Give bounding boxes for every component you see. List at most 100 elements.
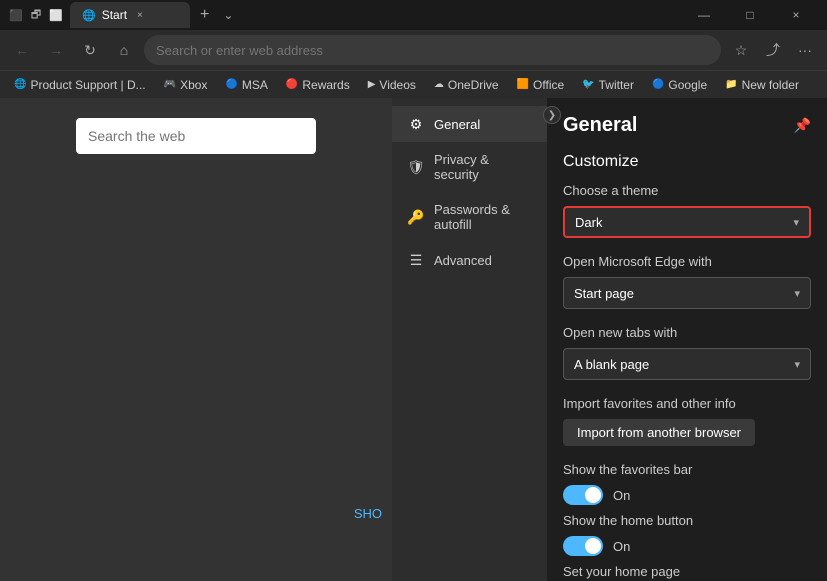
edge-open-dropdown[interactable]: Start page ▾ <box>563 277 811 309</box>
fav-label-1: Xbox <box>180 78 207 92</box>
theme-dropdown[interactable]: Dark ▾ <box>563 206 811 238</box>
fav-label-0: Product Support | D... <box>30 78 145 92</box>
theme-label: Choose a theme <box>563 183 811 198</box>
sidebar-icon-0: ⚙ <box>408 116 424 132</box>
sidebar-toggle-button[interactable]: ❯ <box>543 106 561 124</box>
fav-label-2: MSA <box>242 78 268 92</box>
sidebar-label-0: General <box>434 117 480 132</box>
home-page-label: Set your home page <box>563 564 811 579</box>
fav-icon-2: 🔵 <box>225 79 237 90</box>
edge-open-chevron-icon: ▾ <box>794 287 800 300</box>
new-window-icon[interactable]: ⬜ <box>48 7 64 23</box>
favorites-item-9[interactable]: 📁 New folder <box>719 76 805 94</box>
home-button[interactable]: ⌂ <box>110 36 138 64</box>
import-section-label: Import favorites and other info <box>563 396 811 411</box>
favorites-item-5[interactable]: ☁ OneDrive <box>428 76 505 94</box>
favorites-item-3[interactable]: 🔴Rewards <box>280 76 356 94</box>
favorites-item-4[interactable]: ▶Videos <box>362 76 422 94</box>
favorites-item-7[interactable]: 🐦 Twitter <box>576 76 640 94</box>
fav-icon-8: 🔵 <box>652 79 664 90</box>
tab-dropdown-button[interactable]: ⌄ <box>219 8 237 22</box>
title-bar-icons: ⬛ 🗗 ⬜ <box>8 7 64 23</box>
fav-icon-9: 📁 <box>725 79 737 90</box>
new-tab-dropdown[interactable]: A blank page ▾ <box>563 348 811 380</box>
maximize-button[interactable]: □ <box>727 0 773 30</box>
favorites-item-0[interactable]: 🌐 Product Support | D... <box>8 76 152 94</box>
tab-area: 🌐 Start × + ⌄ <box>70 2 675 28</box>
panel-title: General <box>563 114 637 137</box>
import-button[interactable]: Import from another browser <box>563 419 755 446</box>
more-options-icon[interactable]: ··· <box>791 36 819 64</box>
fav-icon-1: 🎮 <box>164 79 176 90</box>
page-area: SHO <box>0 98 392 581</box>
theme-value: Dark <box>575 215 602 230</box>
edge-open-value: Start page <box>574 286 634 301</box>
page-search-input[interactable] <box>76 118 316 154</box>
customize-section-title: Customize <box>563 153 811 171</box>
favorites-bar-toggle-label: On <box>613 488 630 503</box>
theme-chevron-icon: ▾ <box>793 216 799 229</box>
edge-open-label: Open Microsoft Edge with <box>563 254 811 269</box>
add-tab-button[interactable]: + <box>194 6 215 24</box>
new-tab-chevron-icon: ▾ <box>794 358 800 371</box>
home-button-toggle[interactable] <box>563 536 603 556</box>
fav-icon-4: ▶ <box>368 79 376 90</box>
home-button-label: Show the home button <box>563 513 811 528</box>
fav-icon-6: 🟧 <box>517 79 529 90</box>
fav-label-9: New folder <box>742 78 799 92</box>
forward-button[interactable]: → <box>42 36 70 64</box>
close-button[interactable]: × <box>773 0 819 30</box>
tab-favicon: 🌐 <box>82 9 96 22</box>
show-more-button[interactable]: SHO <box>354 506 382 521</box>
sidebar-icon-3: ☰ <box>408 252 424 268</box>
app-icon: ⬛ <box>8 7 24 23</box>
sidebar-icon-2: 🔑 <box>408 209 424 225</box>
favorites-item-6[interactable]: 🟧 Office <box>511 76 571 94</box>
share-icon[interactable]: ⤴ <box>759 36 787 64</box>
favorites-bar-toggle-row: On <box>563 485 811 505</box>
settings-panel: General 📌 Customize Choose a theme Dark … <box>547 98 827 581</box>
sidebar-menu: ❯ ⚙General🛡Privacy & security🔑Passwords … <box>392 98 547 581</box>
fav-label-8: Google <box>668 78 707 92</box>
fav-label-7: Twitter <box>599 78 634 92</box>
fav-icon-7: 🐦 <box>582 79 594 90</box>
sidebar-item-privacy---security[interactable]: 🛡 Privacy & security <box>392 142 547 192</box>
fav-label-3: Rewards <box>302 78 349 92</box>
sidebar-label-3: Advanced <box>434 253 492 268</box>
fav-label-4: Videos <box>379 78 415 92</box>
search-box-container <box>76 118 316 154</box>
panel-pin-button[interactable]: 📌 <box>794 117 811 134</box>
minimize-button[interactable]: — <box>681 0 727 30</box>
panel-header: General 📌 <box>563 114 811 137</box>
tab-label: Start <box>102 8 127 22</box>
sidebar-item-passwords---autofill[interactable]: 🔑Passwords & autofill <box>392 192 547 242</box>
favorites-icon[interactable]: ☆ <box>727 36 755 64</box>
address-bar: ← → ↻ ⌂ ☆ ⤴ ··· <box>0 30 827 70</box>
title-bar: ⬛ 🗗 ⬜ 🌐 Start × + ⌄ — □ × <box>0 0 827 30</box>
sidebar-label-1: Privacy & security <box>434 152 531 182</box>
address-bar-icons: ☆ ⤴ ··· <box>727 36 819 64</box>
fav-icon-5: ☁ <box>434 79 444 90</box>
fav-label-5: OneDrive <box>448 78 499 92</box>
new-tab-value: A blank page <box>574 357 649 372</box>
sidebar-item-advanced[interactable]: ☰ Advanced <box>392 242 547 278</box>
favorites-bar-toggle[interactable] <box>563 485 603 505</box>
home-button-toggle-row: On <box>563 536 811 556</box>
address-input[interactable] <box>144 35 721 65</box>
favorites-item-8[interactable]: 🔵 Google <box>646 76 713 94</box>
sidebar-item-general[interactable]: ⚙ General <box>392 106 547 142</box>
sidebar-icon-1: 🛡 <box>408 159 424 175</box>
restore-icon[interactable]: 🗗 <box>28 7 44 23</box>
favorites-item-2[interactable]: 🔵 MSA <box>219 76 273 94</box>
fav-icon-0: 🌐 <box>14 79 26 90</box>
refresh-button[interactable]: ↻ <box>76 36 104 64</box>
active-tab[interactable]: 🌐 Start × <box>70 2 190 28</box>
back-button[interactable]: ← <box>8 36 36 64</box>
new-tab-label: Open new tabs with <box>563 325 811 340</box>
home-button-toggle-label: On <box>613 539 630 554</box>
favorites-item-1[interactable]: 🎮 Xbox <box>158 76 214 94</box>
tab-close-button[interactable]: × <box>137 10 143 21</box>
fav-label-6: Office <box>533 78 564 92</box>
favorites-bar: 🌐 Product Support | D... 🎮 Xbox 🔵 MSA 🔴Rewards… <box>0 70 827 98</box>
window-controls: — □ × <box>681 0 819 30</box>
